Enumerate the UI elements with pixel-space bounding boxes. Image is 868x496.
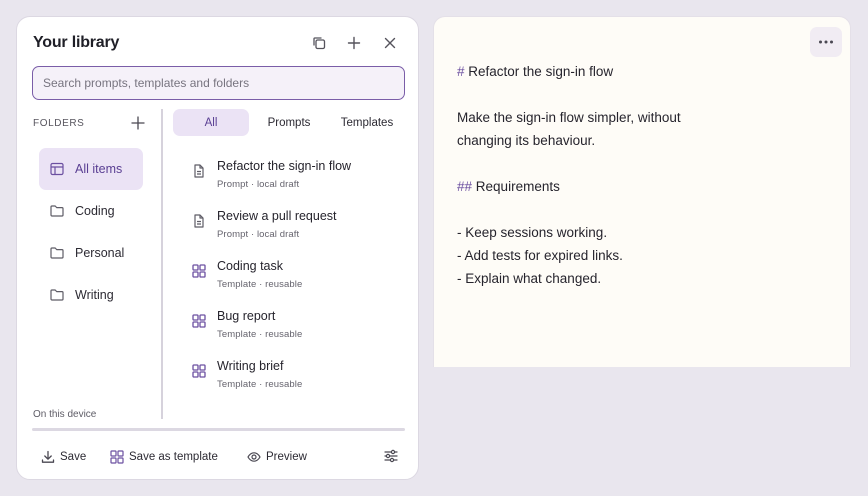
template-icon [110,450,124,464]
item-title: Review a pull request [217,209,337,223]
search-input[interactable] [32,66,405,100]
template-icon [191,263,207,279]
footer-divider [32,428,405,431]
list-item[interactable]: Bug report Template · reusable [191,309,401,353]
library-panel: Your library FOLDERS All items [16,16,419,480]
item-meta: Template · reusable [217,379,303,390]
eye-icon [247,452,261,462]
markdown-heading-mark: # [457,64,465,79]
document-icon [191,213,207,229]
editor-heading-text: Requirements [475,179,560,194]
template-icon [191,363,207,379]
close-button[interactable] [379,32,401,54]
new-item-button[interactable] [343,32,365,54]
item-meta: Template · reusable [217,329,303,340]
save-label: Save [60,451,87,463]
folder-label: All items [75,162,123,176]
list-item[interactable]: Writing brief Template · reusable [191,359,401,403]
folder-icon [49,287,65,303]
folder-label: Writing [75,288,114,302]
list-item[interactable]: Review a pull request Prompt · local dra… [191,209,401,253]
add-folder-button[interactable] [130,115,146,131]
item-meta: Template · reusable [217,279,303,290]
tab-prompts[interactable]: Prompts [253,109,325,136]
item-title: Coding task [217,259,284,273]
folder-item-all-items[interactable]: All items [39,148,143,190]
tab-all[interactable]: All [173,109,249,136]
editor-line: changing its behaviour. [457,133,596,148]
list-item[interactable]: Coding task Template · reusable [191,259,401,303]
save-as-template-label: Save as template [129,451,218,463]
document-icon [191,163,207,179]
editor-line: - Explain what changed. [457,271,602,286]
item-meta: Prompt · local draft [217,179,300,190]
all-items-icon [49,161,65,177]
close-icon [384,37,396,49]
save-as-template-button[interactable]: Save as template [110,448,218,466]
panel-title: Your library [33,34,120,51]
editor-heading-1: # Refactor the sign-in flow [457,64,613,79]
folders-label: FOLDERS [33,118,85,129]
template-icon [191,313,207,329]
tab-templates[interactable]: Templates [329,109,405,136]
editor-heading-2: ## Requirements [457,179,560,194]
plus-icon [131,116,145,130]
editor-heading-text: Refactor the sign-in flow [468,64,614,79]
sliders-icon [384,449,398,463]
download-icon [41,450,55,463]
prompt-editor[interactable]: # Refactor the sign-in flow Make the sig… [433,16,851,367]
storage-note: On this device [33,409,97,420]
duplicate-button[interactable] [308,32,330,54]
folder-item-personal[interactable]: Personal [39,232,143,274]
folder-label: Coding [75,204,115,218]
item-title: Writing brief [217,359,284,373]
item-title: Bug report [217,309,276,323]
save-button[interactable]: Save [41,448,86,466]
preview-label: Preview [266,451,307,463]
plus-icon [347,36,361,50]
item-meta: Prompt · local draft [217,229,300,240]
editor-line: - Keep sessions working. [457,225,608,240]
folder-item-writing[interactable]: Writing [39,274,143,316]
column-divider [161,109,163,419]
copy-icon [313,37,326,50]
folder-item-coding[interactable]: Coding [39,190,143,232]
folder-icon [49,245,65,261]
markdown-heading-mark: ## [457,179,473,194]
more-icon [819,40,833,44]
settings-button[interactable] [383,448,399,464]
editor-line: - Add tests for expired links. [457,248,623,263]
folder-icon [49,203,65,219]
list-item[interactable]: Refactor the sign-in flow Prompt · local… [191,159,401,203]
item-title: Refactor the sign-in flow [217,159,352,173]
editor-line: Make the sign-in flow simpler, without [457,110,681,125]
more-options-button[interactable] [810,27,842,57]
folder-label: Personal [75,246,125,260]
preview-button[interactable]: Preview [247,448,307,466]
